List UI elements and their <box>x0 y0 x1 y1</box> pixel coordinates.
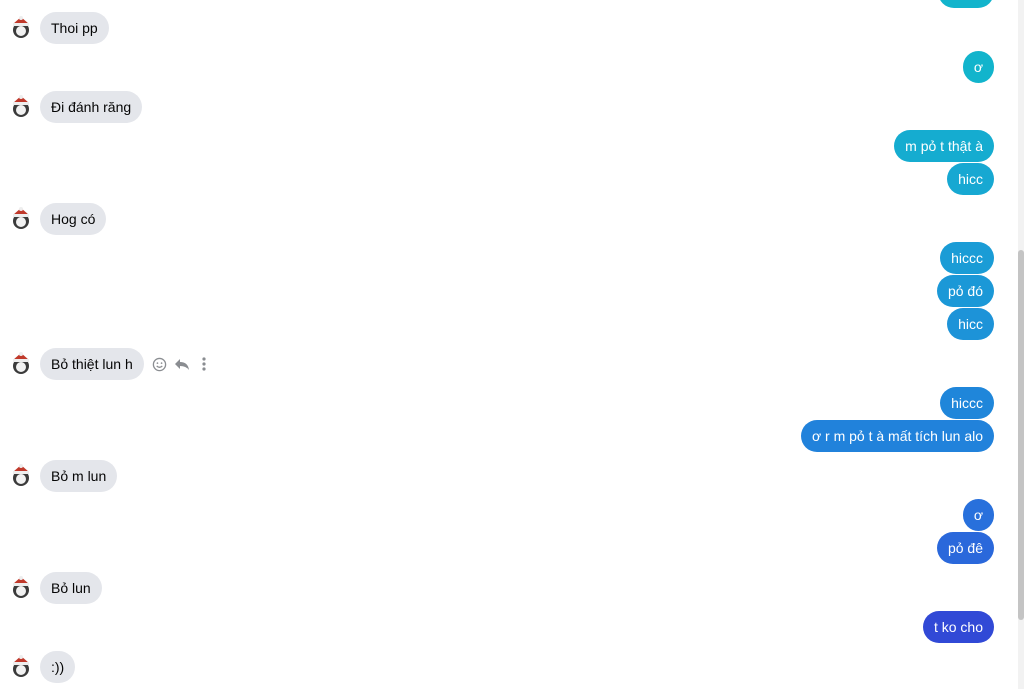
message-bubble[interactable]: t ko cho <box>922 611 994 643</box>
message-bubble[interactable]: pỏ đó <box>936 275 994 307</box>
message-incoming[interactable]: Đi đánh răng <box>10 91 143 123</box>
message-bubble[interactable]: Bỏ lun <box>40 572 102 604</box>
message-outgoing[interactable]: t ko cho <box>922 611 994 643</box>
message-bubble[interactable]: hicc <box>947 308 994 340</box>
message-bubble[interactable]: m pỏ t thật à <box>894 130 994 162</box>
message-bubble[interactable]: Bỏ thiệt lun h <box>40 348 144 380</box>
message-actions <box>152 356 212 372</box>
more-icon[interactable] <box>196 356 212 372</box>
message-bubble[interactable]: Đi đánh răng <box>40 91 143 123</box>
message-outgoing[interactable]: hicc <box>947 163 994 195</box>
message-outgoing[interactable]: m pỏ t thật à <box>894 130 994 162</box>
message-outgoing[interactable]: pỏ đó <box>936 275 994 307</box>
message-bubble[interactable]: hicc <box>947 163 994 195</box>
message-outgoing[interactable]: hiccc <box>940 387 994 419</box>
message-outgoing[interactable]: pỏ đê <box>936 532 994 564</box>
message-incoming-hovered[interactable]: Bỏ thiệt lun h <box>10 348 212 380</box>
message-bubble[interactable]: ơ <box>962 51 994 83</box>
avatar[interactable] <box>10 95 32 119</box>
message-bubble[interactable]: hiccc <box>940 387 994 419</box>
scrollbar-thumb[interactable] <box>1018 250 1024 620</box>
message-bubble[interactable]: Thoi pp <box>40 12 109 44</box>
chat-thread: Thoi pp Đi đánh răng Hog có Bỏ thiệt lun… <box>0 0 1018 689</box>
message-outgoing[interactable]: ơ r m pỏ t à mất tích lun alo <box>800 420 994 452</box>
avatar[interactable] <box>10 16 32 40</box>
message-bubble[interactable]: hiccc <box>940 242 994 274</box>
message-bubble[interactable]: pỏ đê <box>936 532 994 564</box>
message-outgoing[interactable]: hicc <box>947 308 994 340</box>
message-bubble[interactable] <box>938 0 994 8</box>
message-bubble[interactable]: Hog có <box>40 203 107 235</box>
avatar[interactable] <box>10 207 32 231</box>
react-icon[interactable] <box>152 356 168 372</box>
avatar[interactable] <box>10 655 32 679</box>
message-outgoing-partial[interactable] <box>938 0 994 8</box>
avatar[interactable] <box>10 576 32 600</box>
message-bubble[interactable]: :)) <box>40 651 76 683</box>
message-bubble[interactable]: Bỏ m lun <box>40 460 118 492</box>
message-bubble[interactable]: ơ <box>962 499 994 531</box>
message-incoming[interactable]: Hog có <box>10 203 107 235</box>
reply-icon[interactable] <box>174 356 190 372</box>
message-incoming[interactable]: Bỏ m lun <box>10 460 118 492</box>
message-bubble[interactable]: ơ r m pỏ t à mất tích lun alo <box>800 420 994 452</box>
message-incoming[interactable]: :)) <box>10 651 76 683</box>
message-outgoing[interactable]: ơ <box>962 51 994 83</box>
avatar[interactable] <box>10 352 32 376</box>
avatar[interactable] <box>10 464 32 488</box>
message-incoming[interactable]: Bỏ lun <box>10 572 102 604</box>
message-incoming[interactable]: Thoi pp <box>10 12 109 44</box>
message-outgoing[interactable]: ơ <box>962 499 994 531</box>
message-outgoing[interactable]: hiccc <box>940 242 994 274</box>
scrollbar[interactable] <box>1018 0 1024 689</box>
